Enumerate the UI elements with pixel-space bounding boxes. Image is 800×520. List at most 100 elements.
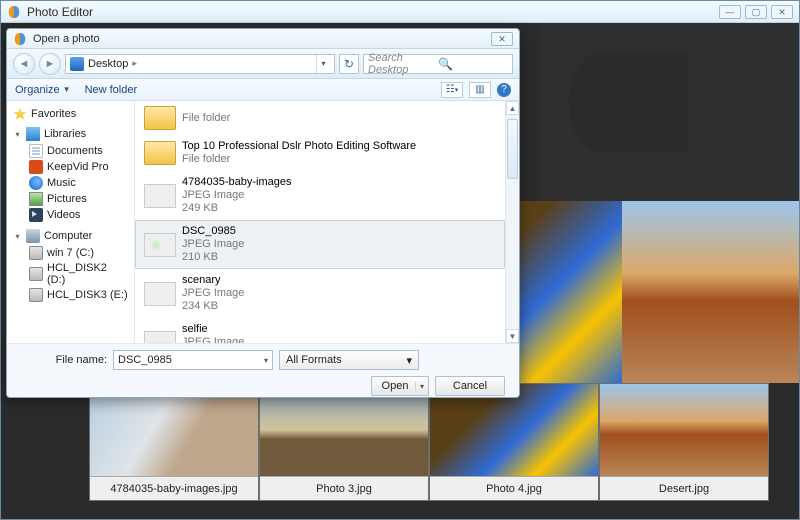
cancel-button[interactable]: Cancel [435, 376, 505, 396]
app-logo-icon [7, 5, 21, 19]
file-name: scenary [182, 274, 244, 287]
nav-item-label: Pictures [47, 193, 87, 205]
file-type: File folder [182, 112, 230, 125]
open-file-dialog: Open a photo ✕ ◄ ► Desktop ▸ ▾ ↻ Search … [6, 28, 520, 398]
scroll-track[interactable] [506, 115, 519, 329]
file-size: 249 KB [182, 202, 291, 215]
thumbnail[interactable]: Desert.jpg [599, 383, 769, 501]
scroll-thumb[interactable] [507, 119, 518, 179]
file-row[interactable]: 4784035-baby-imagesJPEG Image249 KB [135, 171, 505, 220]
file-row[interactable]: selfieJPEG Image81.7 KB [135, 318, 505, 343]
file-thumbnail [144, 233, 176, 257]
file-list: File folderTop 10 Professional Dslr Phot… [135, 101, 519, 343]
nav-back-button[interactable]: ◄ [13, 53, 35, 75]
nav-libraries-header[interactable]: ▾Libraries [13, 127, 128, 141]
nav-library-item[interactable]: Music [13, 175, 128, 191]
refresh-button[interactable]: ↻ [339, 54, 359, 74]
file-name: DSC_0985 [182, 225, 244, 238]
thumbnail-label: Photo 4.jpg [430, 476, 598, 500]
collapse-icon: ▾ [13, 130, 22, 139]
preview-pane-button[interactable]: ▥ [469, 82, 491, 98]
file-size: 210 KB [182, 251, 244, 264]
drive-icon [29, 288, 43, 302]
drive-icon [29, 246, 43, 260]
breadcrumb[interactable]: Desktop ▸ ▾ [65, 54, 335, 74]
library-item-icon [29, 160, 43, 174]
nav-library-item[interactable]: Videos [13, 207, 128, 223]
thumbnail[interactable]: Photo 3.jpg [259, 383, 429, 501]
file-name: selfie [182, 323, 244, 336]
file-type: JPEG Image [182, 287, 244, 300]
file-row[interactable]: Top 10 Professional Dslr Photo Editing S… [135, 135, 505, 171]
file-thumbnail [144, 282, 176, 306]
file-size: 234 KB [182, 300, 244, 313]
library-item-icon [29, 192, 43, 206]
thumbnail[interactable]: Photo 4.jpg [429, 383, 599, 501]
filename-input[interactable]: DSC_0985 ▾ [113, 350, 273, 370]
scroll-up-button[interactable]: ▲ [506, 101, 519, 115]
dialog-footer: File name: DSC_0985 ▾ All Formats▾ Open C… [7, 343, 519, 397]
dialog-close-button[interactable]: ✕ [491, 32, 513, 46]
organize-menu[interactable]: Organize▼ [15, 84, 71, 96]
star-icon [13, 107, 27, 121]
file-type: File folder [182, 153, 416, 166]
breadcrumb-location: Desktop [88, 58, 128, 70]
navigation-pane: Favorites ▾Libraries Documents KeepVid Pr… [7, 101, 135, 343]
app-title: Photo Editor [27, 5, 719, 19]
chevron-down-icon[interactable]: ▾ [264, 356, 268, 365]
chevron-down-icon: ▼ [63, 85, 71, 94]
help-button[interactable]: ? [497, 83, 511, 97]
folder-icon [144, 106, 176, 130]
nav-library-item[interactable]: Documents [13, 143, 128, 159]
nav-item-label: win 7 (C:) [47, 247, 94, 259]
folder-icon [144, 141, 176, 165]
scroll-down-button[interactable]: ▼ [506, 329, 519, 343]
app-titlebar[interactable]: Photo Editor — ▢ ✕ [1, 1, 799, 23]
file-row[interactable]: File folder [135, 101, 505, 135]
library-item-icon [29, 208, 43, 222]
thumbnail-label: 4784035-baby-images.jpg [90, 476, 258, 500]
desktop-icon [70, 57, 84, 71]
dialog-titlebar[interactable]: Open a photo ✕ [7, 29, 519, 49]
file-list-scrollbar[interactable]: ▲ ▼ [505, 101, 519, 343]
nav-drive-item[interactable]: win 7 (C:) [13, 245, 128, 261]
dialog-title: Open a photo [33, 33, 491, 45]
nav-library-item[interactable]: KeepVid Pro [13, 159, 128, 175]
nav-favorites-header[interactable]: Favorites [13, 107, 128, 121]
filename-label: File name: [17, 354, 107, 366]
nav-item-label: Music [47, 177, 76, 189]
dialog-content: Favorites ▾Libraries Documents KeepVid Pr… [7, 101, 519, 343]
window-close-button[interactable]: ✕ [771, 5, 793, 19]
dialog-nav-row: ◄ ► Desktop ▸ ▾ ↻ Search Desktop 🔍 [7, 49, 519, 79]
nav-computer-header[interactable]: ▾Computer [13, 229, 128, 243]
open-button[interactable]: Open [371, 376, 429, 396]
view-mode-button[interactable]: ☷▾ [441, 82, 463, 98]
thumbnail-strip: 4784035-baby-images.jpgPhoto 3.jpgPhoto … [89, 383, 799, 501]
breadcrumb-dropdown[interactable]: ▾ [316, 55, 330, 73]
file-row[interactable]: DSC_0985JPEG Image210 KB [135, 220, 505, 269]
file-type-filter[interactable]: All Formats▾ [279, 350, 419, 370]
file-type: JPEG Image [182, 189, 291, 202]
gallery-image[interactable] [622, 201, 800, 383]
file-name: 4784035-baby-images [182, 176, 291, 189]
drive-icon [29, 267, 43, 281]
file-row[interactable]: scenaryJPEG Image234 KB [135, 269, 505, 318]
window-minimize-button[interactable]: — [719, 5, 741, 19]
thumbnail[interactable]: 4784035-baby-images.jpg [89, 383, 259, 501]
nav-library-item[interactable]: Pictures [13, 191, 128, 207]
search-input[interactable]: Search Desktop 🔍 [363, 54, 513, 74]
nav-drive-item[interactable]: HCL_DISK3 (E:) [13, 287, 128, 303]
app-logo-icon [13, 32, 27, 46]
nav-forward-button[interactable]: ► [39, 53, 61, 75]
file-thumbnail [144, 184, 176, 208]
library-item-icon [29, 144, 43, 158]
thumbnail-label: Photo 3.jpg [260, 476, 428, 500]
window-maximize-button[interactable]: ▢ [745, 5, 767, 19]
nav-item-label: HCL_DISK2 (D:) [47, 262, 128, 286]
nav-drive-item[interactable]: HCL_DISK2 (D:) [13, 261, 128, 287]
nav-item-label: Documents [47, 145, 103, 157]
thumbnail-label: Desert.jpg [600, 476, 768, 500]
filename-value: DSC_0985 [118, 354, 172, 366]
new-folder-button[interactable]: New folder [85, 84, 138, 96]
chevron-right-icon[interactable]: ▸ [132, 58, 137, 69]
